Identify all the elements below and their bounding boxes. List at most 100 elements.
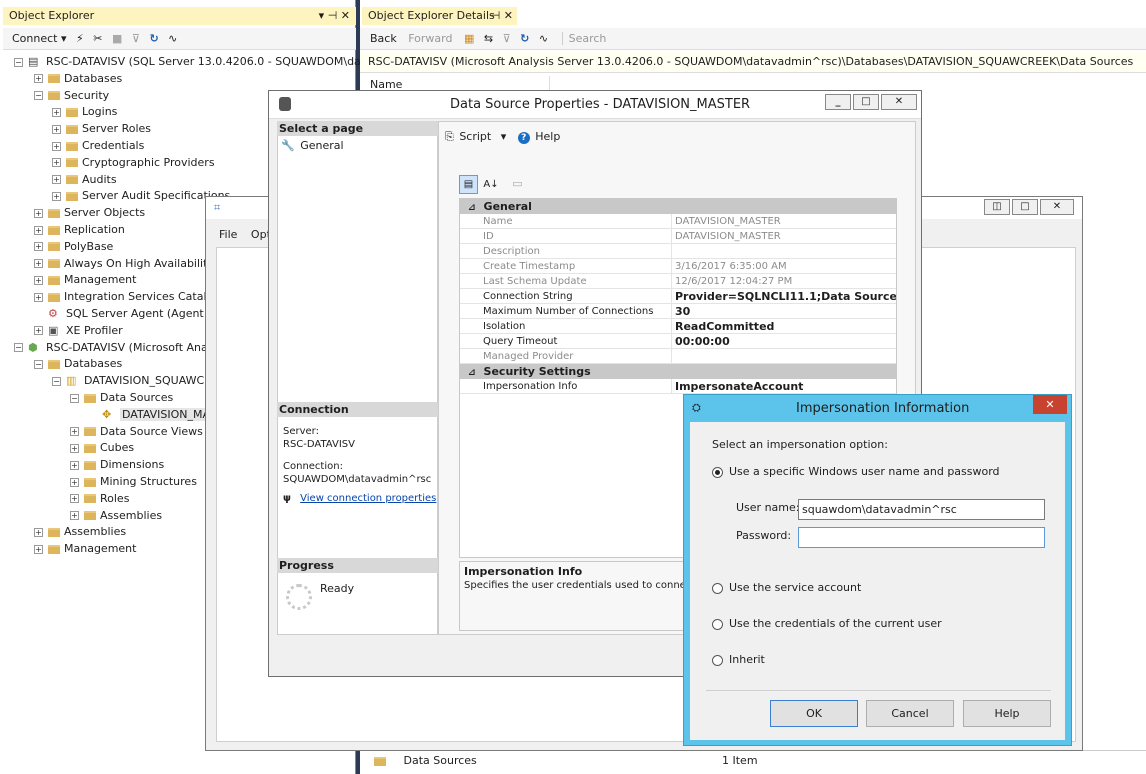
property-value[interactable]: 30 bbox=[672, 304, 896, 318]
details-refresh-icon[interactable]: ↻ bbox=[520, 32, 529, 45]
background-maximize-button[interactable]: □ bbox=[1012, 199, 1038, 215]
collapse-icon[interactable]: − bbox=[70, 393, 79, 403]
expand-icon[interactable]: + bbox=[34, 242, 43, 252]
tree-node[interactable]: + Replication bbox=[34, 221, 125, 238]
expand-icon[interactable]: + bbox=[70, 494, 79, 504]
tree-node[interactable]: − ⬢ RSC-DATAVISV (Microsoft Analy bbox=[14, 339, 217, 356]
script-icon[interactable]: ⎘ bbox=[445, 130, 454, 143]
property-row[interactable]: Isolation ReadCommitted bbox=[460, 319, 896, 334]
tree-node[interactable]: + Integration Services Catalogs bbox=[34, 288, 226, 305]
tree-node[interactable]: + Management bbox=[34, 540, 136, 557]
radio-inherit-button[interactable] bbox=[712, 654, 723, 666]
tree-node[interactable]: ⚙ SQL Server Agent (Agent XPs bbox=[34, 305, 227, 322]
property-pages-icon[interactable]: ▭ bbox=[508, 175, 527, 194]
category-general[interactable]: ⊿ General bbox=[460, 199, 896, 214]
tree-node[interactable]: + Server Audit Specifications bbox=[52, 187, 230, 204]
property-row[interactable]: Last Schema Update 12/6/2017 12:04:27 PM bbox=[460, 274, 896, 289]
property-row[interactable]: Description bbox=[460, 244, 896, 259]
tree-node[interactable]: + Assemblies bbox=[70, 507, 162, 524]
categorized-icon[interactable]: ▤ bbox=[459, 175, 478, 194]
tree-node[interactable]: + Assemblies bbox=[34, 523, 126, 540]
tree-node[interactable]: + Cubes bbox=[70, 439, 134, 456]
tree-node[interactable]: + Logins bbox=[52, 103, 117, 120]
radio-service-account[interactable]: Use the service account bbox=[712, 581, 861, 594]
radio-current-user-button[interactable] bbox=[712, 618, 723, 630]
collapse-icon[interactable]: − bbox=[34, 91, 43, 101]
radio-current-user[interactable]: Use the credentials of the current user bbox=[712, 617, 942, 630]
tree-node[interactable]: + Cryptographic Providers bbox=[52, 154, 215, 171]
expand-icon[interactable]: + bbox=[52, 191, 61, 201]
stop-icon[interactable]: ■ bbox=[112, 32, 122, 45]
property-value[interactable]: DATAVISION_MASTER bbox=[672, 214, 896, 228]
property-value[interactable] bbox=[672, 349, 896, 363]
script-dropdown-icon[interactable]: ▾ bbox=[501, 130, 507, 143]
password-input[interactable] bbox=[798, 527, 1045, 548]
expand-icon[interactable]: + bbox=[34, 225, 43, 235]
tree-node[interactable]: + Always On High Availability bbox=[34, 255, 214, 272]
back-button[interactable]: Back bbox=[360, 32, 397, 45]
refresh-icon[interactable]: ↻ bbox=[149, 32, 158, 45]
expand-icon[interactable]: + bbox=[52, 124, 61, 134]
details-tab-close[interactable]: ⊣ ✕ bbox=[491, 7, 513, 25]
ok-button[interactable]: OK bbox=[770, 700, 858, 727]
sync-icon[interactable]: ▦ bbox=[464, 32, 474, 45]
radio-specific-user-button[interactable] bbox=[712, 466, 723, 478]
property-value[interactable]: 12/6/2017 12:04:27 PM bbox=[672, 274, 896, 288]
search-box[interactable]: Search bbox=[561, 32, 607, 45]
expand-icon[interactable]: + bbox=[34, 259, 43, 269]
property-row[interactable]: Managed Provider bbox=[460, 349, 896, 364]
cancel-button[interactable]: Cancel bbox=[866, 700, 954, 727]
tree-node[interactable]: + Dimensions bbox=[70, 456, 164, 473]
property-value[interactable]: 00:00:00 bbox=[672, 334, 896, 348]
details-filter-icon[interactable]: ⊽ bbox=[503, 32, 511, 45]
tree-node[interactable]: − ▤ RSC-DATAVISV (SQL Server 13.0.4206.0 -… bbox=[14, 53, 391, 70]
property-value[interactable]: 3/16/2017 6:35:00 AM bbox=[672, 259, 896, 273]
expand-icon[interactable]: + bbox=[52, 158, 61, 168]
property-row[interactable]: Create Timestamp 3/16/2017 6:35:00 AM bbox=[460, 259, 896, 274]
details-row[interactable]: Data Sources 1 Item bbox=[360, 750, 1146, 770]
tree-node[interactable]: + Mining Structures bbox=[70, 473, 197, 490]
dsp-minimize-button[interactable]: _ bbox=[825, 94, 851, 110]
view-connection-properties-text[interactable]: View connection properties bbox=[300, 493, 436, 504]
expand-icon[interactable]: + bbox=[34, 544, 43, 554]
property-row[interactable]: Maximum Number of Connections 30 bbox=[460, 304, 896, 319]
tree-node[interactable]: + Management bbox=[34, 271, 136, 288]
property-value[interactable]: ImpersonateAccount bbox=[672, 379, 896, 393]
help-button-imp[interactable]: Help bbox=[963, 700, 1051, 727]
property-row[interactable]: Impersonation Info ImpersonateAccount bbox=[460, 379, 896, 394]
expand-icon[interactable]: + bbox=[34, 292, 43, 302]
property-value[interactable]: Provider=SQLNCLI11.1;Data Source=RSC bbox=[672, 289, 896, 303]
expand-icon[interactable]: + bbox=[34, 527, 43, 537]
radio-specific-user[interactable]: Use a specific Windows user name and pas… bbox=[712, 465, 1000, 478]
tree-node[interactable]: ✥ DATAVISION_MA bbox=[88, 406, 213, 423]
property-row[interactable]: Connection String Provider=SQLNCLI11.1;Da… bbox=[460, 289, 896, 304]
expand-icon[interactable]: + bbox=[34, 275, 43, 285]
expand-icon[interactable]: + bbox=[34, 74, 43, 84]
expand-icon[interactable]: + bbox=[52, 175, 61, 185]
collapse-icon[interactable]: − bbox=[14, 343, 23, 353]
details-activity-icon[interactable]: ∿ bbox=[539, 32, 548, 45]
help-button[interactable]: Help bbox=[535, 130, 560, 143]
user-name-input[interactable]: squawdom\datavadmin^rsc bbox=[798, 499, 1045, 520]
property-value[interactable]: ReadCommitted bbox=[672, 319, 896, 333]
tree-node[interactable]: + Roles bbox=[70, 490, 129, 507]
category-general-toggle[interactable]: ⊿ bbox=[468, 203, 476, 213]
alphabetical-icon[interactable]: A↓ bbox=[482, 176, 501, 195]
menu-options[interactable]: Opt bbox=[241, 228, 271, 241]
tree-node[interactable]: + Databases bbox=[34, 70, 122, 87]
tree-node[interactable]: + Credentials bbox=[52, 137, 144, 154]
tree-node[interactable]: − Databases bbox=[34, 355, 122, 372]
imp-close-button[interactable]: ✕ bbox=[1033, 395, 1067, 414]
property-row[interactable]: Name DATAVISION_MASTER bbox=[460, 214, 896, 229]
tree-node[interactable]: + ▣ XE Profiler bbox=[34, 322, 123, 339]
connect-plug-icon[interactable]: ⚡ bbox=[76, 32, 84, 45]
property-row[interactable]: ID DATAVISION_MASTER bbox=[460, 229, 896, 244]
swap-icon[interactable]: ⇆ bbox=[484, 32, 493, 45]
dsp-close-button[interactable]: ✕ bbox=[881, 94, 917, 110]
expand-icon[interactable]: + bbox=[70, 443, 79, 453]
background-restore-button[interactable]: ◫ bbox=[984, 199, 1010, 215]
forward-button[interactable]: Forward bbox=[408, 32, 452, 45]
background-close-button[interactable]: ✕ bbox=[1040, 199, 1074, 215]
collapse-icon[interactable]: − bbox=[52, 376, 61, 386]
filter-icon[interactable]: ⊽ bbox=[132, 32, 140, 45]
